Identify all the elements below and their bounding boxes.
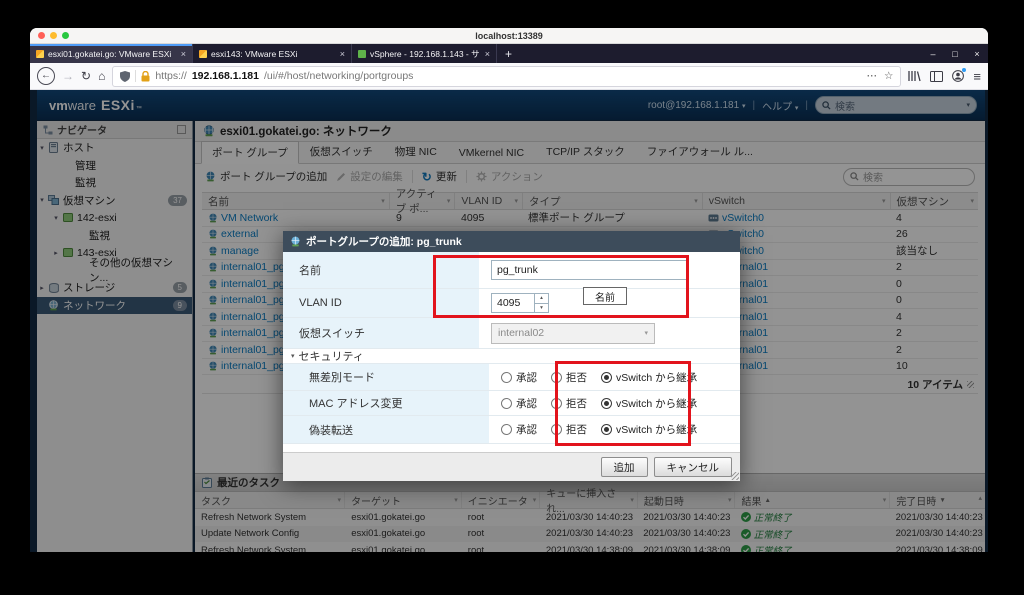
macos-titlebar: localhost:13389 xyxy=(30,28,988,44)
close-traffic-light[interactable] xyxy=(38,32,45,39)
annotation-box-inherit-radios xyxy=(555,361,691,446)
tab-title: vSphere - 192.168.1.143 - サマリ xyxy=(370,48,479,60)
url-host: 192.168.1.181 xyxy=(192,70,259,82)
lock-warning-icon[interactable] xyxy=(141,71,150,82)
menu-icon[interactable]: ≡ xyxy=(973,69,981,84)
tab-close-icon[interactable]: × xyxy=(338,49,345,59)
minimize-traffic-light[interactable] xyxy=(50,32,57,39)
collapse-arrow-icon[interactable]: ▾ xyxy=(291,352,295,360)
tab-title: esxi143: VMware ESXi xyxy=(211,49,334,59)
reload-icon[interactable]: ↻ xyxy=(81,70,91,82)
tab-close-icon[interactable]: × xyxy=(483,49,490,59)
tab-close-icon[interactable]: × xyxy=(179,49,186,59)
forged-transmit-label: 偽装転送 xyxy=(283,416,489,443)
promiscuous-label: 無差別モード xyxy=(283,364,489,390)
account-icon[interactable] xyxy=(952,70,964,82)
esxi-favicon xyxy=(199,50,207,58)
chevron-down-icon: ▾ xyxy=(644,329,648,337)
annotation-box-name-vlan xyxy=(433,255,689,318)
url-path: /ui/#/host/networking/portgroups xyxy=(264,70,413,82)
esxi-page: vmwareESXi™ root@192.168.1.181 ▾ | ヘルプ ▾… xyxy=(30,90,988,552)
library-icon[interactable] xyxy=(908,70,921,82)
browser-tab-1[interactable]: esxi01.gokatei.go: VMware ESXi × xyxy=(30,44,193,63)
browser-tab-3[interactable]: vSphere - 192.168.1.143 - サマリ × xyxy=(352,44,497,63)
shield-icon[interactable] xyxy=(120,71,130,82)
vswitch-label: 仮想スイッチ xyxy=(283,318,479,348)
dialog-titlebar: ポートグループの追加: pg_trunk xyxy=(283,231,740,252)
home-icon[interactable]: ⌂ xyxy=(98,70,105,82)
mac-change-label: MAC アドレス変更 xyxy=(283,391,489,415)
new-tab-button[interactable]: + xyxy=(497,44,520,63)
radio-accept[interactable]: 承認 xyxy=(501,396,537,411)
radio-accept[interactable]: 承認 xyxy=(501,422,537,437)
portgroup-icon xyxy=(290,236,301,247)
vnc-window: localhost:13389 esxi01.gokatei.go: VMwar… xyxy=(30,28,988,552)
vsphere-favicon xyxy=(358,50,366,58)
radio-accept[interactable]: 承認 xyxy=(501,370,537,385)
cancel-button[interactable]: キャンセル xyxy=(654,457,733,477)
browser-tabbar: esxi01.gokatei.go: VMware ESXi × esxi143… xyxy=(30,44,988,63)
url-protocol: https:// xyxy=(155,70,187,82)
zoom-traffic-light[interactable] xyxy=(62,32,69,39)
dialog-title: ポートグループの追加: pg_trunk xyxy=(306,234,462,249)
minimize-button[interactable]: – xyxy=(922,49,944,59)
tab-title: esxi01.gokatei.go: VMware ESXi xyxy=(48,49,175,59)
maximize-button[interactable]: □ xyxy=(944,49,966,59)
browser-navbar: ← → ↻ ⌂ https:// 192.168.1.181/ui/#/host/… xyxy=(30,63,988,90)
sidebar-icon[interactable] xyxy=(930,71,943,82)
back-icon[interactable]: ← xyxy=(37,67,55,85)
window-title: localhost:13389 xyxy=(475,31,543,41)
page-actions-icon[interactable]: ⋯ xyxy=(866,70,877,82)
browser-tab-2[interactable]: esxi143: VMware ESXi × xyxy=(193,44,352,63)
add-portgroup-dialog: ポートグループの追加: pg_trunk 名前 pg_trunk VLAN ID… xyxy=(283,231,740,481)
add-button[interactable]: 追加 xyxy=(601,457,648,477)
esxi-favicon xyxy=(36,50,44,58)
bookmark-star-icon[interactable]: ☆ xyxy=(884,70,893,82)
vswitch-selected-value: internal02 xyxy=(498,327,544,339)
dialog-resize-grip[interactable] xyxy=(731,472,739,480)
dialog-footer: 追加 キャンセル xyxy=(283,452,740,481)
forward-icon[interactable]: → xyxy=(62,70,74,82)
close-button[interactable]: × xyxy=(966,49,988,59)
vswitch-select[interactable]: internal02 ▾ xyxy=(491,323,655,344)
url-bar[interactable]: https:// 192.168.1.181/ui/#/host/networki… xyxy=(112,66,901,87)
